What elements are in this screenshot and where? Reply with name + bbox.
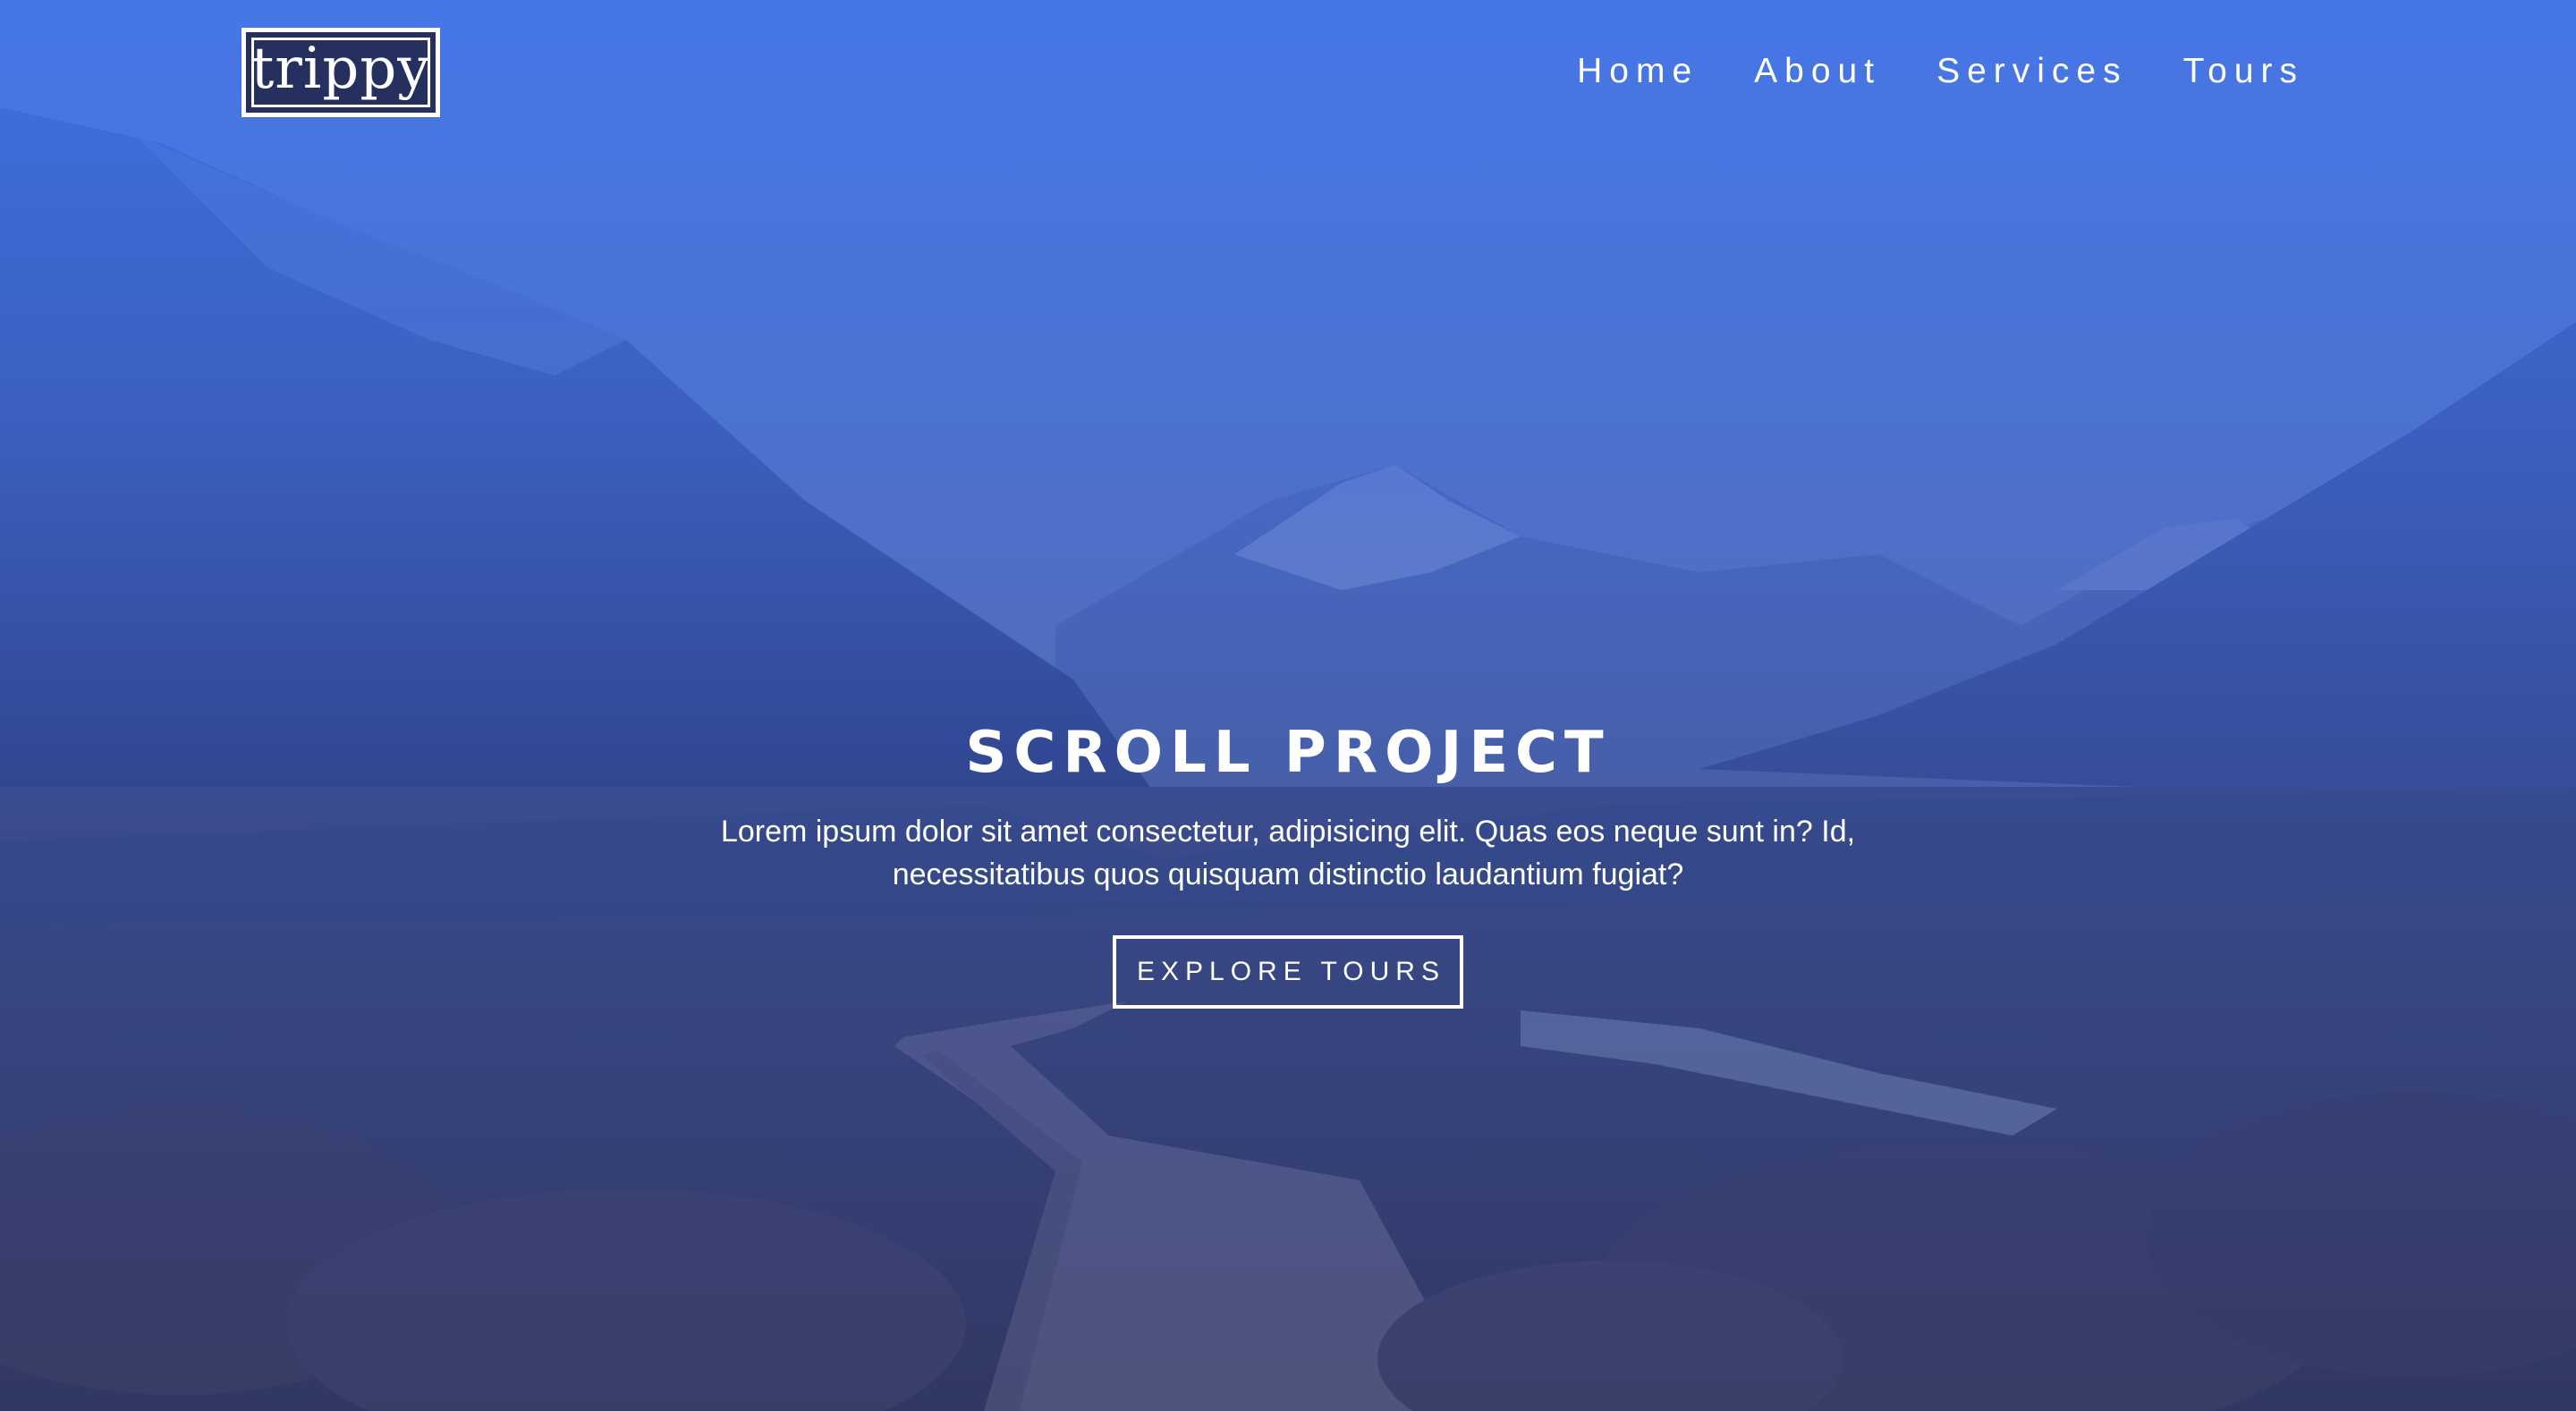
logo-inner-border: trippy [251, 38, 430, 107]
banner-description: Lorem ipsum dolor sit amet consectetur, … [707, 810, 1869, 896]
banner-description-line-1: Lorem ipsum dolor sit amet consectetur, … [720, 815, 1856, 849]
nav-link-tours[interactable]: Tours [2183, 52, 2304, 91]
navbar: trippy Home About Services Tours [0, 0, 2576, 152]
nav-link-about[interactable]: About [1754, 52, 1881, 91]
logo-text: trippy [250, 36, 431, 102]
banner-title: SCROLL PROJECT [965, 720, 1611, 786]
nav-link-home[interactable]: Home [1577, 52, 1699, 91]
nav-link-services[interactable]: Services [1936, 52, 2128, 91]
mountain-background-image [0, 0, 2576, 1411]
nav-links: Home About Services Tours [1521, 52, 2304, 91]
trippy-logo[interactable]: trippy [242, 28, 440, 117]
hero-banner: SCROLL PROJECT Lorem ipsum dolor sit ame… [0, 715, 2576, 1009]
explore-tours-button[interactable]: EXPLORE TOURS [1113, 935, 1463, 1009]
hero-section [0, 0, 2576, 1411]
banner-description-line-2: necessitatibus quos quisquam distinctio … [892, 858, 1684, 891]
